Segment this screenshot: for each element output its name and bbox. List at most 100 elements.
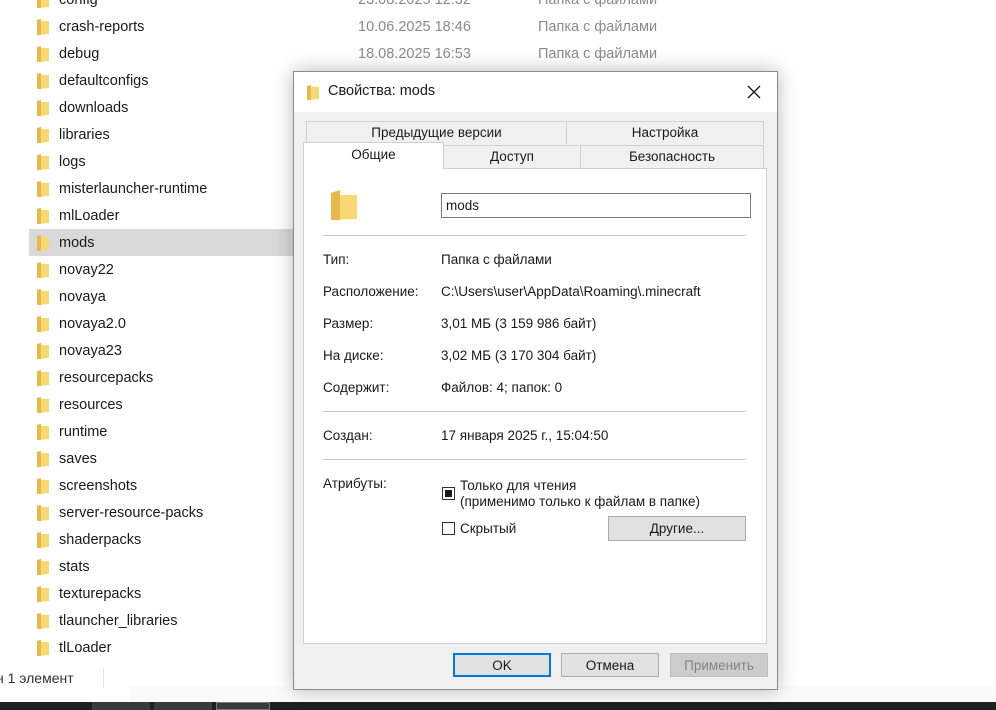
folder-icon xyxy=(37,424,49,440)
dialog-titlebar: Свойства: mods xyxy=(294,72,777,112)
file-name: tlLoader xyxy=(59,639,112,656)
folder-icon xyxy=(37,262,49,278)
folder-icon xyxy=(37,46,49,62)
tab-customize[interactable]: Настройка xyxy=(566,121,764,144)
taskbar-item[interactable] xyxy=(154,702,212,710)
close-button[interactable] xyxy=(731,72,777,112)
file-name: crash-reports xyxy=(59,18,145,35)
readonly-label: Только для чтения xyxy=(460,478,577,493)
folder-icon xyxy=(37,208,49,224)
close-icon xyxy=(747,85,761,99)
file-name: novaya23 xyxy=(59,342,122,359)
file-name: saves xyxy=(59,450,97,467)
file-name: tlauncher_libraries xyxy=(59,612,178,629)
general-tab-panel: Тип: Папка с файлами Расположение: C:\Us… xyxy=(303,168,767,644)
readonly-checkbox[interactable] xyxy=(442,487,455,500)
file-name: mods xyxy=(59,234,95,251)
tab-general[interactable]: Общие xyxy=(303,142,444,169)
status-divider xyxy=(103,668,104,688)
tab-label: Доступ xyxy=(490,149,534,164)
file-name: novaya xyxy=(59,288,106,305)
tab-sharing[interactable]: Доступ xyxy=(443,145,581,168)
divider xyxy=(323,235,746,236)
file-name: resourcepacks xyxy=(59,369,154,386)
list-item[interactable]: config 23.08.2025 12:32 Папка с файлами xyxy=(29,0,729,13)
status-text: н 1 элемент xyxy=(0,670,74,686)
hidden-label: Скрытый xyxy=(460,521,517,536)
folder-icon xyxy=(307,85,319,100)
location-value: C:\Users\user\AppData\Roaming\.minecraft xyxy=(441,284,701,299)
folder-icon xyxy=(37,235,49,251)
file-name: server-resource-packs xyxy=(59,504,204,521)
ok-button[interactable]: OK xyxy=(453,653,551,677)
folder-icon xyxy=(37,478,49,494)
divider xyxy=(323,459,746,460)
folder-icon xyxy=(37,127,49,143)
folder-icon xyxy=(37,154,49,170)
type-label: Тип: xyxy=(323,252,350,267)
file-date: 18.08.2025 16:53 xyxy=(358,45,471,62)
apply-button[interactable]: Применить xyxy=(670,653,768,677)
file-name: novay22 xyxy=(59,261,114,278)
advanced-button[interactable]: Другие... xyxy=(608,516,746,541)
folder-icon xyxy=(37,73,49,89)
status-bar: н 1 элемент xyxy=(0,666,110,690)
attributes-label: Атрибуты: xyxy=(323,476,387,491)
folder-icon xyxy=(37,451,49,467)
folder-name-input[interactable] xyxy=(441,193,751,218)
tab-label: Настройка xyxy=(631,125,699,140)
file-type: Папка с файлами xyxy=(538,0,657,8)
taskbar-item[interactable] xyxy=(92,702,150,710)
size-on-disk-label: На диске: xyxy=(323,348,384,363)
file-name: downloads xyxy=(59,99,129,116)
file-date: 23.08.2025 12:32 xyxy=(358,0,471,8)
file-date: 10.06.2025 18:46 xyxy=(358,18,471,35)
folder-icon xyxy=(37,343,49,359)
folder-icon xyxy=(37,0,49,8)
folder-icon xyxy=(37,505,49,521)
list-item[interactable]: crash-reports 10.06.2025 18:46 Папка с фай… xyxy=(29,13,729,40)
file-name: mlLoader xyxy=(59,207,120,224)
folder-icon xyxy=(37,100,49,116)
folder-icon xyxy=(37,640,49,656)
file-name: logs xyxy=(59,153,86,170)
file-name: texturepacks xyxy=(59,585,142,602)
file-name: shaderpacks xyxy=(59,531,142,548)
list-item[interactable]: debug 18.08.2025 16:53 Папка с файлами xyxy=(29,40,729,67)
file-name: libraries xyxy=(59,126,110,143)
folder-icon xyxy=(37,370,49,386)
folder-icon xyxy=(331,190,357,220)
tab-label: Предыдущие версии xyxy=(371,125,502,140)
file-name: novaya2.0 xyxy=(59,315,126,332)
folder-icon xyxy=(37,559,49,575)
file-type: Папка с файлами xyxy=(538,45,658,62)
folder-icon xyxy=(37,181,49,197)
readonly-note: (применимо только к файлам в папке) xyxy=(460,494,700,509)
file-name: misterlauncher-runtime xyxy=(59,180,208,197)
file-name: resources xyxy=(59,396,123,413)
folder-icon xyxy=(37,613,49,629)
created-value: 17 января 2025 г., 15:04:50 xyxy=(441,428,609,443)
tab-previous-versions[interactable]: Предыдущие версии xyxy=(306,121,567,144)
file-name: runtime xyxy=(59,423,108,440)
taskbar-item[interactable] xyxy=(216,702,270,710)
folder-icon xyxy=(37,586,49,602)
file-name: stats xyxy=(59,558,90,575)
dialog-title: Свойства: mods xyxy=(328,83,436,99)
tab-label: Безопасность xyxy=(628,149,716,164)
contains-label: Содержит: xyxy=(323,380,390,395)
size-value: 3,01 МБ (3 159 986 байт) xyxy=(441,316,597,331)
file-type: Папка с файлами xyxy=(538,18,658,35)
size-on-disk-value: 3,02 МБ (3 170 304 байт) xyxy=(441,348,597,363)
hidden-checkbox[interactable] xyxy=(442,522,455,535)
tab-security[interactable]: Безопасность xyxy=(580,145,764,168)
file-name: screenshots xyxy=(59,477,138,494)
properties-dialog: Свойства: mods Предыдущие версии Настрой… xyxy=(293,71,778,690)
file-name: debug xyxy=(59,45,100,62)
size-label: Размер: xyxy=(323,316,374,331)
location-label: Расположение: xyxy=(323,284,419,299)
file-name: defaultconfigs xyxy=(59,72,149,89)
cancel-button[interactable]: Отмена xyxy=(561,653,659,677)
type-value: Папка с файлами xyxy=(441,252,552,267)
folder-icon xyxy=(37,316,49,332)
